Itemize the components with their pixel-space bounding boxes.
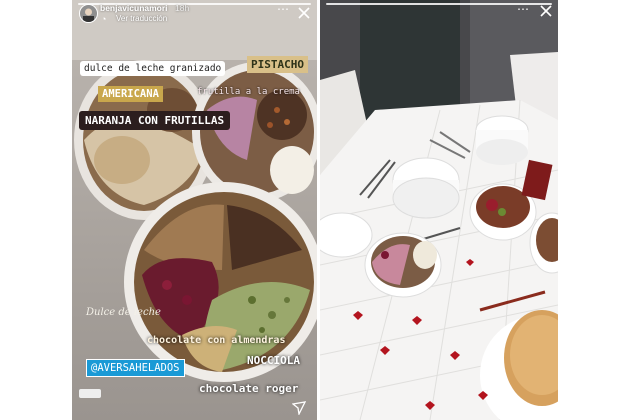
label-frutilla: frutilla a la crema xyxy=(197,87,300,97)
sticker-placeholder xyxy=(79,389,101,398)
label-dulce-de-leche: Dulce de leche xyxy=(86,307,161,318)
mention-tag[interactable]: @AVERSAHELADOS xyxy=(86,359,185,377)
avatar[interactable] xyxy=(79,4,98,23)
label-nocciola: NOCCIOLA xyxy=(247,354,300,367)
label-naranja: NARANJA CON FRUTILLAS xyxy=(79,111,231,130)
send-icon[interactable] xyxy=(292,401,306,415)
label-pistacho: PISTACHO xyxy=(247,56,308,73)
more-options-icon[interactable]: ⋯ xyxy=(517,2,530,16)
label-chocolate-almendras: chocolate con almendras xyxy=(147,335,286,346)
globe-icon: ◔ xyxy=(101,14,107,24)
table-photo xyxy=(320,0,558,420)
label-americana: AMERICANA xyxy=(98,86,163,102)
username[interactable]: benjavicunamori xyxy=(100,3,168,13)
story-panel-left[interactable]: benjavicunamori 18h Ver traducción ◔ ⋯ d… xyxy=(72,0,317,420)
more-options-icon[interactable]: ⋯ xyxy=(277,2,290,16)
see-translation-link[interactable]: Ver traducción xyxy=(116,14,167,23)
post-time: 18h xyxy=(175,3,190,13)
close-icon[interactable] xyxy=(297,6,311,20)
label-chocolate-roger: chocolate roger xyxy=(199,382,299,395)
close-icon[interactable] xyxy=(539,4,553,18)
story-panel-right[interactable]: ⋯ xyxy=(320,0,558,420)
label-dulce-granizado: dulce de leche granizado xyxy=(80,61,226,76)
